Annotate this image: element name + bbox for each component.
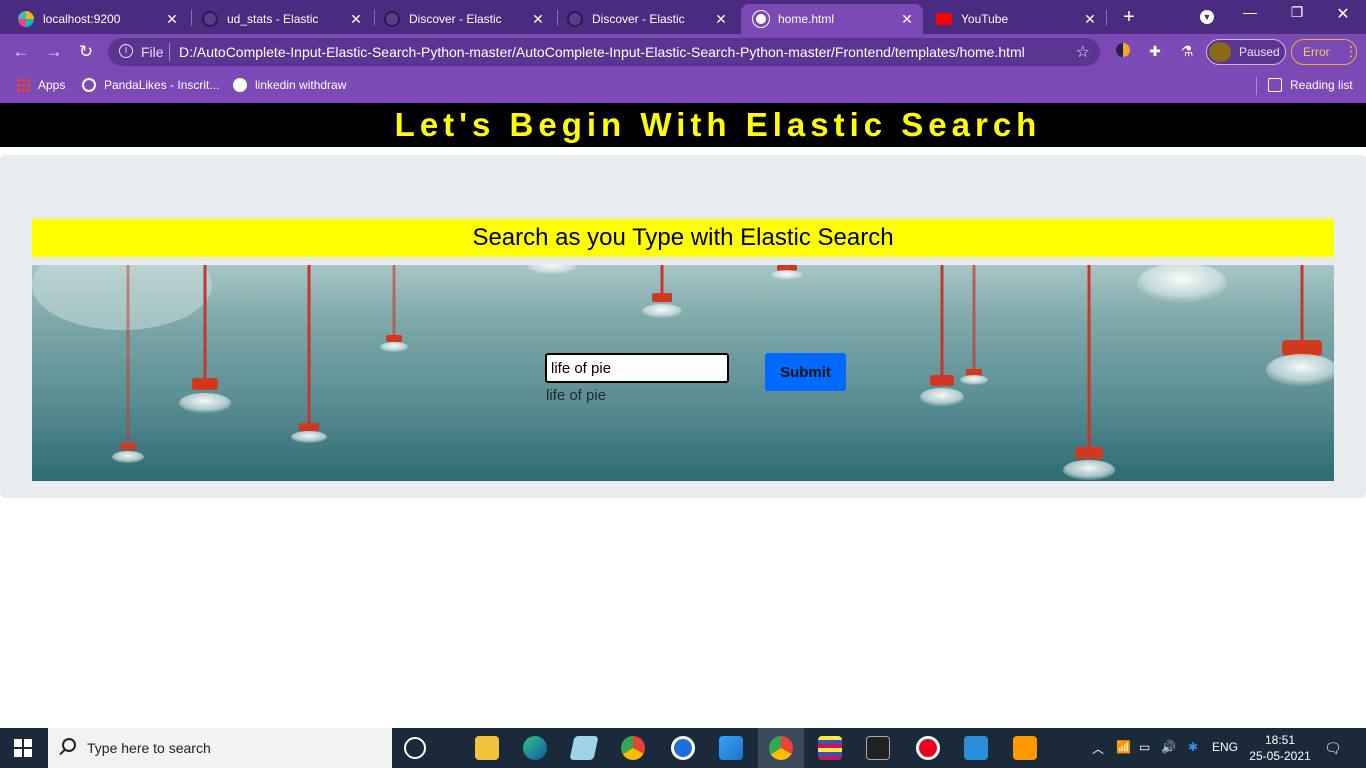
globe-icon — [233, 78, 247, 92]
elastic-dark-icon — [567, 11, 583, 27]
bookmark-label: linkedin withdraw — [255, 78, 347, 92]
bookmark-pandalikes[interactable]: PandaLikes - Inscrit... — [82, 78, 219, 92]
close-tab-icon[interactable]: ✕ — [346, 11, 366, 28]
bookmark-label: PandaLikes - Inscrit... — [104, 78, 220, 92]
apps-grid-icon — [16, 78, 30, 92]
terminal-icon[interactable] — [866, 736, 890, 760]
windows-start-icon[interactable] — [14, 739, 32, 757]
bluetooth-icon[interactable]: ✱ — [1188, 740, 1198, 754]
tab-title: ud_stats - Elastic — [227, 12, 319, 26]
forward-icon[interactable]: → — [43, 42, 65, 62]
language-indicator[interactable]: ENG — [1212, 740, 1238, 754]
tab-youtube[interactable]: YouTube ✕ — [918, 4, 1106, 34]
new-tab-icon[interactable]: + — [1119, 6, 1139, 29]
notifications-icon[interactable]: 🗨 — [1324, 740, 1342, 757]
tab-title: YouTube — [961, 12, 1009, 26]
taskbar-clock[interactable]: 18:51 25-05-2021 — [1248, 732, 1312, 764]
media-player-icon[interactable] — [964, 736, 988, 760]
address-bar[interactable]: i File D:/AutoComplete-Input-Elastic-Sea… — [108, 38, 1100, 66]
tab-title: localhost:9200 — [43, 12, 121, 26]
reload-icon[interactable]: ↻ — [75, 42, 97, 62]
error-button[interactable]: Error ⋮ — [1291, 39, 1358, 65]
windows-taskbar: Type here to search ︿ 📶 ▭ 🔊 ✱ ENG 18:51 … — [0, 728, 1366, 768]
volume-icon[interactable]: 🔊 — [1161, 740, 1176, 754]
battery-icon[interactable]: ▭ — [1139, 740, 1150, 754]
bookmarks-bar: Apps PandaLikes - Inscrit... linkedin wi… — [0, 70, 1366, 103]
tab-localhost[interactable]: localhost:9200 ✕ — [0, 4, 188, 34]
clock-date: 25-05-2021 — [1249, 749, 1311, 763]
autocomplete-suggestion[interactable]: life of pie — [546, 387, 606, 404]
tab-discover-1[interactable]: Discover - Elastic ✕ — [366, 4, 554, 34]
record-icon[interactable] — [916, 736, 940, 760]
youtube-icon — [936, 13, 952, 25]
extensions-puzzle-icon[interactable]: ✚ — [1146, 43, 1164, 61]
pandalikes-icon — [82, 78, 96, 92]
scheme-label: File — [141, 44, 164, 60]
tab-divider — [1106, 10, 1107, 26]
url-text[interactable]: D:/AutoComplete-Input-Elastic-Search-Pyt… — [179, 44, 1025, 60]
tab-search-icon[interactable]: ▼ — [1195, 7, 1219, 24]
chrome-dev-icon[interactable] — [621, 736, 645, 760]
close-tab-icon[interactable]: ✕ — [528, 11, 548, 28]
tab-title: home.html — [778, 12, 835, 26]
show-hidden-icons-icon[interactable]: ︿ — [1092, 740, 1104, 757]
elastic-dark-icon — [202, 11, 218, 27]
submit-button[interactable]: Submit — [765, 353, 846, 391]
edge-icon[interactable] — [523, 736, 547, 760]
bookmark-linkedin-withdraw[interactable]: linkedin withdraw — [233, 78, 346, 92]
elastic-dark-icon — [384, 11, 400, 27]
file-explorer-icon[interactable] — [475, 736, 499, 760]
vscode-icon[interactable] — [719, 736, 743, 760]
close-window-icon[interactable]: ✕ — [1331, 4, 1355, 24]
bookmarks-divider — [1256, 77, 1257, 95]
browser-toolbar: ← → ↻ i File D:/AutoComplete-Input-Elast… — [0, 34, 1366, 70]
bookmark-star-icon[interactable]: ☆ — [1076, 42, 1090, 62]
avatar — [1209, 42, 1231, 62]
more-vert-icon: ⋮ — [1344, 43, 1358, 59]
globe-icon — [753, 11, 769, 27]
chrome-icon[interactable] — [769, 736, 793, 760]
taskbar-search-box[interactable]: Type here to search — [48, 728, 392, 768]
network-icon[interactable]: 📶 — [1116, 740, 1131, 754]
close-tab-icon[interactable]: ✕ — [897, 11, 917, 28]
elastic-icon — [18, 11, 34, 27]
info-icon[interactable]: i — [119, 44, 133, 58]
tab-title: Discover - Elastic — [409, 12, 502, 26]
bookmark-label: Apps — [38, 78, 66, 92]
reading-list-label: Reading list — [1290, 78, 1353, 92]
profile-paused-button[interactable]: Paused — [1206, 39, 1286, 65]
cortana-icon[interactable] — [404, 737, 426, 759]
error-label: Error — [1303, 45, 1330, 59]
back-icon[interactable]: ← — [10, 42, 32, 62]
winrar-icon[interactable] — [818, 736, 842, 760]
address-divider — [169, 43, 170, 61]
taskbar-search-placeholder: Type here to search — [87, 740, 211, 756]
restore-icon[interactable]: ❐ — [1285, 4, 1309, 21]
search-input[interactable] — [545, 353, 729, 383]
bookmark-apps[interactable]: Apps — [16, 78, 65, 92]
search-icon-handle — [59, 748, 66, 756]
labs-flask-icon[interactable]: ⚗ — [1178, 43, 1196, 61]
close-tab-icon[interactable]: ✕ — [1080, 11, 1100, 28]
tab-strip: localhost:9200 ✕ ud_stats - Elastic ✕ Di… — [0, 0, 1366, 34]
page-subtitle: Search as you Type with Elastic Search — [32, 219, 1334, 257]
notes-app-icon[interactable] — [569, 736, 599, 760]
tab-home-html[interactable]: home.html ✕ — [741, 4, 923, 34]
minimize-icon[interactable]: — — [1238, 4, 1262, 20]
tab-discover-2[interactable]: Discover - Elastic ✕ — [549, 4, 737, 34]
extension-orb-icon[interactable] — [1114, 43, 1132, 61]
close-tab-icon[interactable]: ✕ — [162, 11, 182, 28]
clock-time: 18:51 — [1264, 733, 1296, 747]
sublime-text-icon[interactable] — [1013, 736, 1037, 760]
close-tab-icon[interactable]: ✕ — [711, 11, 731, 28]
tab-title: Discover - Elastic — [592, 12, 685, 26]
tab-ud-stats[interactable]: ud_stats - Elastic ✕ — [184, 4, 372, 34]
reading-list-button[interactable]: Reading list — [1268, 78, 1353, 92]
page-title: Let's Begin With Elastic Search — [0, 103, 1366, 147]
reading-list-icon — [1268, 78, 1282, 92]
app-w-icon[interactable] — [671, 736, 695, 760]
profile-status: Paused — [1239, 45, 1280, 59]
